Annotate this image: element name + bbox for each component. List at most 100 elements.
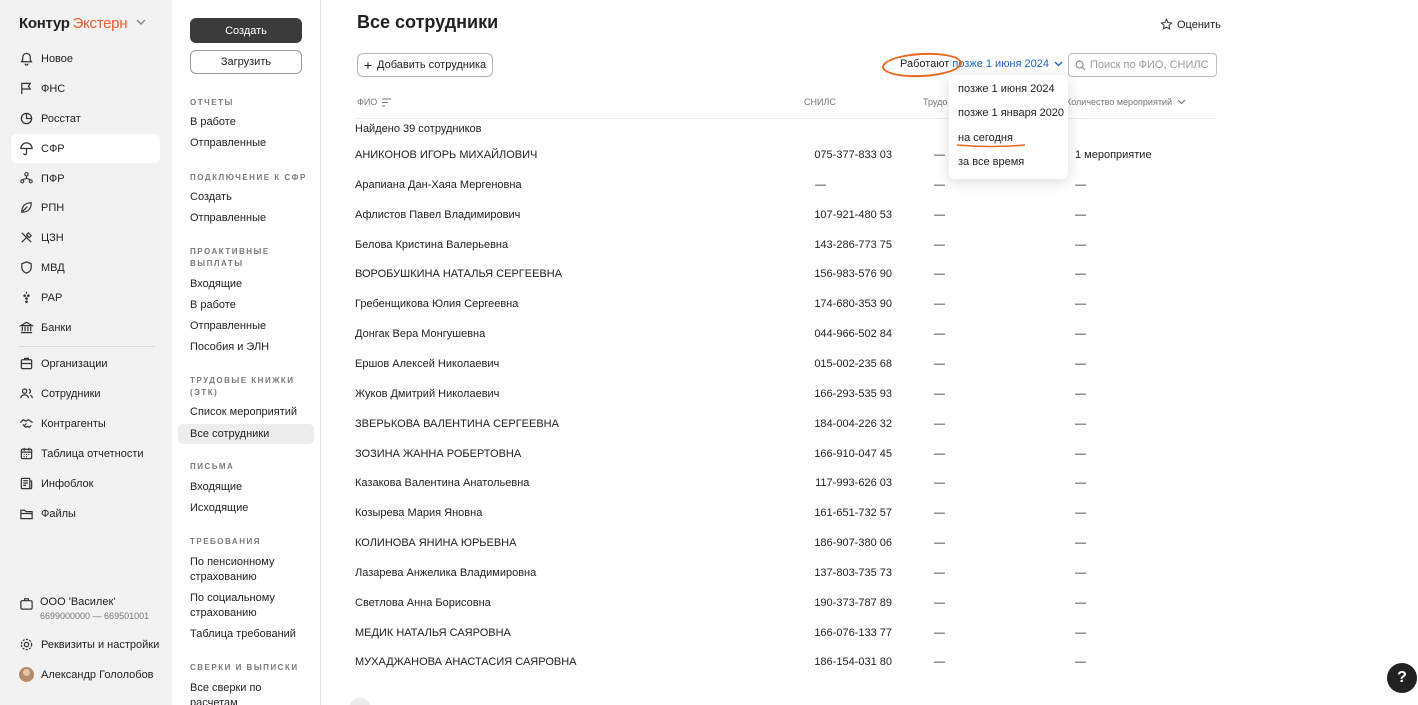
create-button[interactable]: Создать [190,18,302,43]
nav-item-10[interactable]: Банки [11,313,160,342]
table-row[interactable]: Козырева Мария Яновна 161-651-732 57 — — [355,507,1217,537]
nav-item-label: Росстат [41,112,81,125]
gear-icon [19,637,34,652]
sub-item[interactable]: Входящие [190,480,310,495]
sub-item[interactable]: По социальному страхованию [190,591,310,621]
pie-chart-icon [19,111,34,126]
nav-item-3[interactable]: Росстат [11,104,160,133]
table-row[interactable]: КОЛИНОВА ЯНИНА ЮРЬЕВНА 186-907-380 06 — — [355,537,1217,567]
employee-snils: 166-076-133 77 [814,626,892,639]
table-row[interactable]: Казакова Валентина Анатольевна 117-993-62… [355,477,1217,507]
sub-item[interactable]: В работе [190,115,310,130]
employee-name: Афлистов Павел Владимирович [355,208,521,221]
tools-icon [19,230,34,245]
nav-item-11[interactable]: Организации [11,349,160,378]
table-row[interactable]: Донгак Вера Монгушевна 044-966-502 84 — — [355,328,1217,358]
table-row[interactable]: МЕДИК НАТАЛЬЯ САЯРОВНА 166-076-133 77 — — [355,627,1217,657]
table-row[interactable]: МУХАДЖАНОВА АНАСТАСИЯ САЯРОВНА 186-154-03… [355,656,1217,686]
nav-item-6[interactable]: РПН [11,193,160,222]
shield-icon [19,260,34,275]
search-box[interactable] [1068,53,1217,77]
sub-item[interactable]: По пенсионному страхованию [190,555,310,585]
nav-item-label: МВД [41,261,65,274]
nav-item-1[interactable]: Новое [11,44,160,73]
chevron-down-icon[interactable] [136,18,146,29]
sub-item[interactable]: Отправленные [190,211,310,226]
upload-button[interactable]: Загрузить [190,50,302,74]
employee-tr: — [934,178,945,191]
dropdown-option[interactable]: позже 1 января 2020 [958,107,1064,119]
nav-item-12[interactable]: Сотрудники [11,379,160,408]
employee-events-count: — [1075,417,1086,430]
employee-events-count: — [1075,507,1086,520]
sub-item[interactable]: Пособия и ЭЛН [190,340,310,355]
sub-item[interactable]: Создать [190,190,310,205]
section-title: СВЕРКИ И ВЫПИСКИ [190,663,299,672]
sub-item[interactable]: В работе [190,298,310,313]
nav-item-8[interactable]: МВД [11,253,160,282]
employee-events-count: — [1075,447,1086,460]
sub-item[interactable]: Таблица требований [190,627,310,642]
employee-events-count: — [1075,387,1086,400]
search-input[interactable] [1090,59,1210,71]
employee-events-count: — [1075,208,1086,221]
employee-name: Ершов Алексей Николаевич [355,357,500,370]
nav-item-2[interactable]: ФНС [11,74,160,103]
table-row[interactable]: АНИКОНОВ ИГОРЬ МИХАЙЛОВИЧ 075-377-833 03 —… [355,149,1217,179]
star-icon [1160,18,1173,30]
nav-item-5[interactable]: ПФР [11,164,160,193]
table-row[interactable]: Арапиана Дан-Хаяа Мергеновна — — — [355,179,1217,209]
table-row[interactable]: Лазарева Анжелика Владимировна 137-803-73… [355,567,1217,597]
nav-item-label: Инфоблок [41,477,94,490]
nav-item-15[interactable]: Инфоблок [11,469,160,498]
rate-button[interactable]: Оценить [1160,18,1221,31]
employee-tr: — [934,328,945,341]
column-header-name[interactable]: ФИО [357,97,392,107]
table-row[interactable]: Белова Кристина Валерьевна 143-286-773 75… [355,239,1217,269]
table-row[interactable]: ЗВЕРЬКОВА ВАЛЕНТИНА СЕРГЕЕВНА 184-004-226… [355,418,1217,448]
table-row[interactable]: Ершов Алексей Николаевич 015-002-235 68 — — [355,358,1217,388]
table-row[interactable]: Жуков Дмитрий Николаевич 166-293-535 93 — — [355,388,1217,418]
dropdown-option[interactable]: позже 1 июня 2024 [958,83,1055,95]
column-header-count[interactable]: Количество мероприятий [1066,97,1186,107]
nav-item-9[interactable]: РАР [11,283,160,312]
found-count: Найдено 39 сотрудников [355,123,482,135]
sub-item[interactable]: Список мероприятий [190,405,310,420]
sub-item[interactable]: Все сотрудники [178,424,314,444]
table-row[interactable]: ВОРОБУШКИНА НАТАЛЬЯ СЕРГЕЕВНА 156-983-576… [355,268,1217,298]
employee-name: МУХАДЖАНОВА АНАСТАСИЯ САЯРОВНА [355,656,577,669]
table-row[interactable]: ЗОЗИНА ЖАННА РОБЕРТОВНА 166-910-047 45 — — [355,448,1217,478]
add-employee-button[interactable]: + Добавить сотрудника [357,53,493,77]
employee-snils: 044-966-502 84 [814,328,892,341]
sub-item[interactable]: Входящие [190,277,310,292]
employee-tr: — [934,507,945,520]
org-switcher[interactable]: ООО 'Василек' 6699000000 — 669501001 [19,596,149,621]
chevron-down-icon [1177,99,1186,105]
dropdown-option[interactable]: за все время [958,156,1024,168]
sub-item[interactable]: Все сверки по расчетам [190,681,310,705]
folder-icon [19,506,34,521]
employee-tr: — [934,238,945,251]
nav-item-13[interactable]: Контрагенты [11,409,160,438]
logo-part1: Контур [19,15,70,32]
help-button[interactable]: ? [1387,663,1417,693]
pagination-indicator[interactable] [350,698,370,705]
employee-events-count: 1 мероприятие [1075,149,1152,161]
nav-item-7[interactable]: ЦЗН [11,223,160,252]
sub-item[interactable]: Отправленные [190,136,310,151]
table-row[interactable]: Гребенщикова Юлия Сергеевна 174-680-353 9… [355,298,1217,328]
section-title: ТРЕБОВАНИЯ [190,537,261,546]
table-row[interactable]: Афлистов Павел Владимирович 107-921-480 5… [355,209,1217,239]
user-profile[interactable]: Александр Гололобов [11,660,160,689]
table-row[interactable]: Светлова Анна Борисовна 190-373-787 89 — — [355,597,1217,627]
employee-name: МЕДИК НАТАЛЬЯ САЯРОВНА [355,626,511,639]
nav-item-14[interactable]: Таблица отчетности [11,439,160,468]
sub-item[interactable]: Отправленные [190,319,310,334]
settings-link[interactable]: Реквизиты и настройки [11,630,160,659]
employee-snils: 161-651-732 57 [814,507,892,520]
nav-item-4[interactable]: СФР [11,134,160,163]
sub-item[interactable]: Исходящие [190,501,310,516]
logo[interactable]: Контур Экстерн [19,15,146,32]
employee-snils: 186-154-031 80 [814,656,892,669]
nav-item-16[interactable]: Файлы [11,499,160,528]
